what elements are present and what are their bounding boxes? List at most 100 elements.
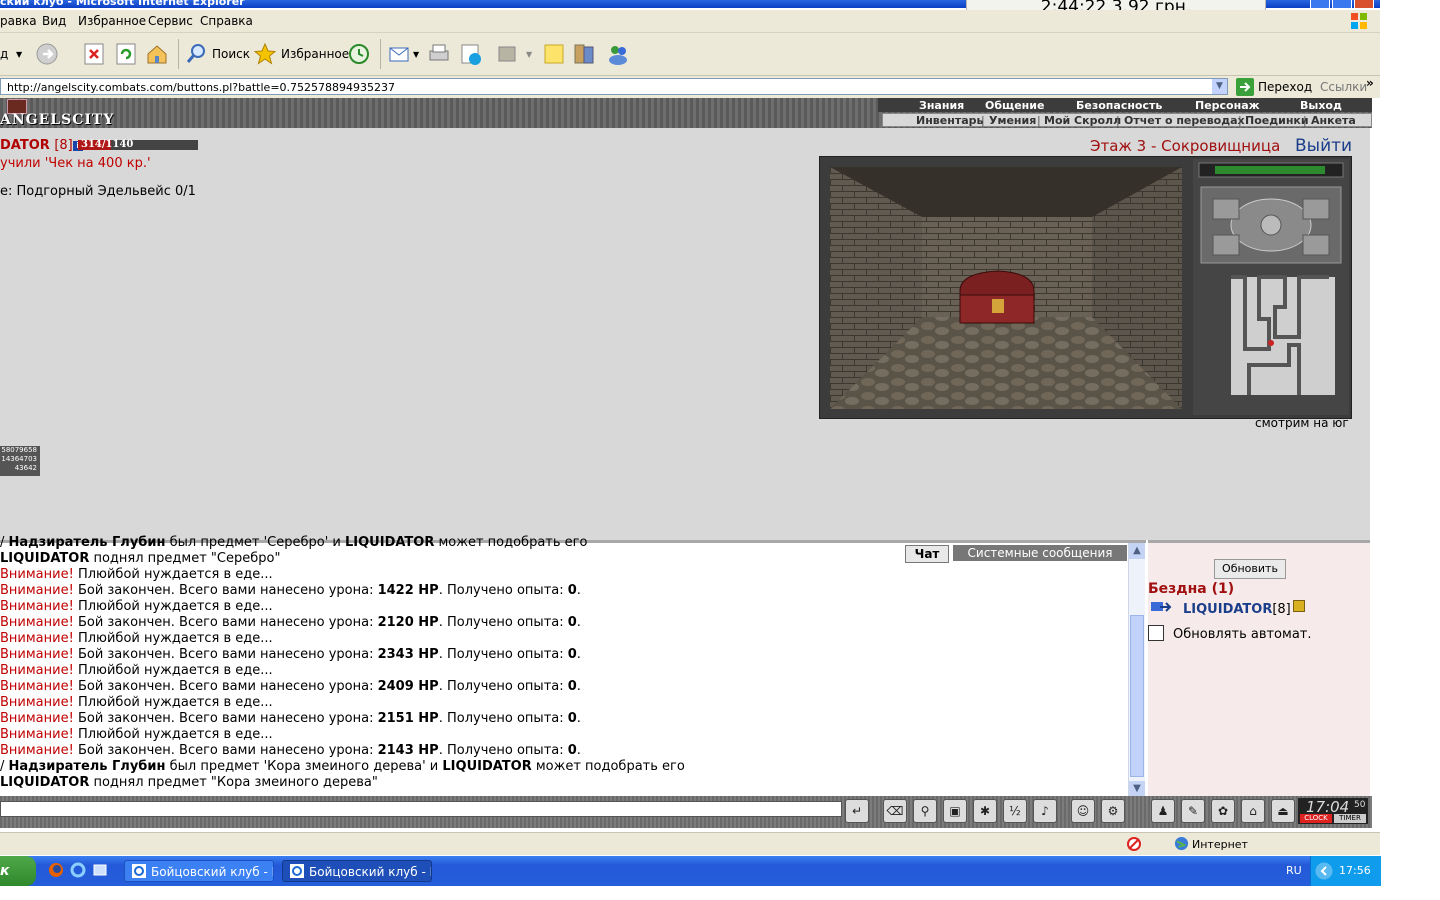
home-game-icon[interactable]: ⌂ [1241, 799, 1265, 823]
filter-icon[interactable]: ⚲ [913, 799, 937, 823]
menu-help[interactable]: Справка [200, 14, 253, 28]
firefox-icon[interactable] [48, 862, 64, 878]
nav-transfer-report[interactable]: Отчет о переводах [1124, 114, 1245, 127]
search-icon[interactable] [184, 42, 208, 66]
settings-icon[interactable]: ⚙ [1101, 799, 1125, 823]
language-indicator[interactable]: RU [1286, 864, 1302, 877]
menu-view[interactable]: Вид [42, 14, 66, 28]
nav-duels[interactable]: Поединки [1245, 114, 1309, 127]
tab-system-messages[interactable]: Системные сообщения [953, 545, 1127, 561]
menu-edit[interactable]: равка [0, 14, 37, 28]
tab-chat[interactable]: Чат [905, 545, 949, 563]
clock-label[interactable]: CLOCK [1300, 814, 1332, 823]
menu-favorites[interactable]: Избранное [78, 14, 146, 28]
map-icon[interactable]: ✿ [1211, 799, 1235, 823]
nav-communication[interactable]: Общение [985, 99, 1044, 112]
stop-icon[interactable] [82, 42, 106, 66]
links-label[interactable]: Ссылки [1320, 80, 1367, 94]
mail-dropdown-icon[interactable]: ▼ [413, 50, 419, 59]
move-icon[interactable]: ✱ [973, 799, 997, 823]
print-icon[interactable] [427, 42, 451, 66]
ie-icon[interactable] [70, 862, 86, 878]
nav-character[interactable]: Персонаж [1195, 99, 1260, 112]
facing-direction: смотрим на юг [1255, 416, 1349, 430]
nav-my-scroll[interactable]: Мой Скролл [1044, 114, 1121, 127]
history-icon[interactable] [347, 42, 371, 66]
note-icon[interactable] [542, 42, 566, 66]
links-chevron-icon[interactable]: » [1366, 76, 1374, 90]
taskbar: к Бойцовский клуб - M... Бойцовский клуб… [0, 856, 1381, 886]
nav-inventory[interactable]: Инвентарь [916, 114, 983, 127]
auto-refresh-checkbox[interactable] [1148, 625, 1164, 641]
address-dropdown-icon[interactable]: ▼ [1212, 79, 1227, 94]
taskbar-task-active[interactable]: Бойцовский клуб - M... [282, 860, 432, 882]
private-message-icon[interactable] [1150, 599, 1172, 615]
forward-icon[interactable] [35, 42, 59, 66]
scroll-up-icon[interactable]: ▲ [1129, 543, 1145, 559]
address-input[interactable]: http://angelscity.combats.com/buttons.pl… [0, 78, 1228, 95]
nav-security[interactable]: Безопасность [1076, 99, 1162, 112]
show-desktop-icon[interactable] [92, 862, 108, 878]
game-logo: ANGELSCITY [0, 112, 115, 128]
nav-exit[interactable]: Выход [1300, 99, 1342, 112]
home-icon[interactable] [145, 42, 169, 66]
menu-tools[interactable]: Сервис [148, 14, 193, 28]
window-title: ский клуб - Microsoft Internet Explorer [0, 0, 245, 8]
back-dropdown-icon[interactable]: ▼ [16, 50, 22, 59]
received-item-message: учили 'Чек на 400 кр.' [0, 156, 151, 171]
nav-profile[interactable]: Анкета [1311, 114, 1356, 127]
favorites-star-icon[interactable] [253, 42, 277, 66]
go-button[interactable]: Переход [1258, 80, 1312, 94]
sound-icon[interactable]: ♪ [1033, 799, 1057, 823]
coords-line: 14364703 [1, 455, 37, 463]
save-icon[interactable]: ▣ [943, 799, 967, 823]
chat-line: Внимание! Бой закончен. Всего вами нанес… [0, 679, 581, 694]
timer-label[interactable]: TIMER [1334, 814, 1366, 823]
dungeon-room-image[interactable] [830, 167, 1182, 409]
close-button[interactable] [1354, 0, 1374, 8]
chat-panel: / Надзиратель Глубин был предмет 'Серебр… [0, 535, 1146, 799]
research-icon[interactable] [572, 42, 596, 66]
mail-icon[interactable] [388, 42, 412, 66]
clear-icon[interactable]: ⌫ [883, 799, 907, 823]
scroll-thumb[interactable] [1130, 615, 1144, 777]
auto-refresh-label: Обновлять автомат. [1173, 627, 1312, 642]
search-label[interactable]: Поиск [212, 47, 250, 61]
user-icon[interactable]: ♟ [1151, 799, 1175, 823]
refresh-button[interactable]: Обновить [1214, 559, 1286, 579]
minimize-button[interactable] [1310, 0, 1330, 8]
start-button[interactable]: к [0, 856, 36, 886]
player-name-text[interactable]: DATOR [0, 138, 50, 153]
scroll-down-icon[interactable]: ▼ [1129, 781, 1145, 797]
chat-line: Внимание! Бой закончен. Всего вами нанес… [0, 743, 581, 758]
taskbar-task[interactable]: Бойцовский клуб - M... [124, 860, 274, 882]
nav-knowledge[interactable]: Знания [919, 99, 964, 112]
go-arrow-icon[interactable] [1236, 78, 1254, 96]
maximize-button[interactable] [1332, 0, 1352, 8]
tray-expand-icon[interactable] [1315, 862, 1333, 880]
quest-progress: е: Подгорный Эдельвейс 0/1 [0, 184, 196, 199]
nav-skills[interactable]: Умения [989, 114, 1036, 127]
smiley-icon[interactable]: ☺ [1071, 799, 1095, 823]
skype-icon[interactable] [459, 42, 483, 66]
favorites-label[interactable]: Избранное [281, 47, 349, 61]
exit-icon[interactable]: ⏏ [1271, 799, 1295, 823]
translit-icon[interactable]: ½ [1003, 799, 1027, 823]
chat-scrollbar[interactable]: ▲ ▼ [1128, 543, 1145, 797]
refresh-icon[interactable] [114, 42, 138, 66]
edit-dropdown-icon[interactable]: ▼ [526, 50, 532, 59]
popup-blocked-icon[interactable] [1126, 836, 1142, 852]
chat-line: Внимание! Плюйбой нуждается в еде... [0, 599, 273, 614]
online-user-name[interactable]: LIQUIDATOR[8] [1183, 600, 1305, 617]
scroll-icon[interactable]: ✎ [1181, 799, 1205, 823]
chat-line: Внимание! Плюйбой нуждается в еде... [0, 727, 273, 742]
back-label[interactable]: д [0, 47, 8, 61]
player-name[interactable]: DATOR [8]i [0, 138, 83, 153]
edit-icon[interactable] [495, 42, 519, 66]
address-url: http://angelscity.combats.com/buttons.pl… [7, 81, 396, 94]
send-icon[interactable]: ↵ [845, 799, 869, 823]
chat-input[interactable] [0, 801, 842, 817]
info-icon[interactable] [1292, 600, 1305, 612]
messenger-icon[interactable] [606, 42, 630, 66]
exit-link[interactable]: Выйти [1295, 136, 1352, 156]
